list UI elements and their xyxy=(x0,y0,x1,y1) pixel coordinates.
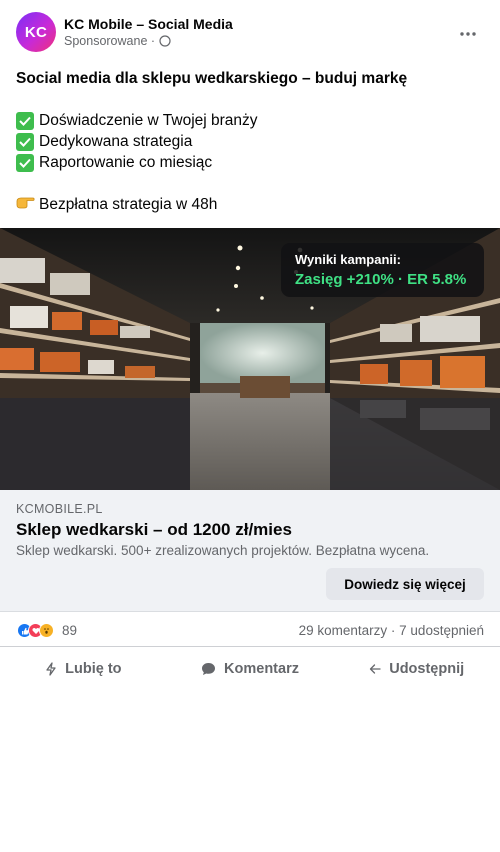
sponsored-post: KC KC Mobile – Social Media Sponsorowane… xyxy=(0,0,500,852)
bullet-text: Dedykowana strategia xyxy=(39,133,193,150)
check-icon xyxy=(16,132,34,151)
cta-line: Bezpłatna strategia w 48h xyxy=(16,194,486,215)
post-header: KC KC Mobile – Social Media Sponsorowane… xyxy=(0,0,500,62)
post-meta: Sponsorowane · xyxy=(64,34,171,48)
reaction-icons[interactable] xyxy=(17,623,54,638)
bullet-text: Doświadczenie w Twojej branży xyxy=(39,112,258,129)
share-label: Udostępnij xyxy=(389,661,465,677)
sponsored-label[interactable]: Sponsorowane · xyxy=(64,34,155,48)
link-title[interactable]: Sklep wedkarski – od 1200 zł/mies xyxy=(16,520,292,540)
bullet-item: Dedykowana strategia xyxy=(16,131,486,152)
like-label: Lubię to xyxy=(65,661,122,677)
cta-text: Bezpłatna strategia w 48h xyxy=(39,196,218,213)
post-text: Social media dla sklepu wedkarskiego – b… xyxy=(16,68,486,215)
comment-label: Komentarz xyxy=(224,661,299,677)
reactions-bar: 89 29 komentarzy · 7 udostępnień xyxy=(0,613,500,647)
globe-icon xyxy=(159,35,171,47)
lightning-icon xyxy=(46,662,56,676)
pointing-hand-icon xyxy=(16,195,35,214)
bullet-text: Raportowanie co miesiąc xyxy=(39,154,213,171)
ad-image[interactable]: Wyniki kampanii: Zasięg +210% · ER 5.8% xyxy=(0,228,500,490)
badge-label: Wyniki kampanii: xyxy=(295,252,401,267)
more-options-icon[interactable] xyxy=(456,22,480,46)
wow-icon xyxy=(39,623,54,638)
link-preview[interactable]: KCMOBILE.PL Sklep wedkarski – od 1200 zł… xyxy=(0,490,500,612)
avatar[interactable]: KC xyxy=(16,12,56,52)
like-button[interactable]: Lubię to xyxy=(0,648,167,690)
bullet-item: Raportowanie co miesiąc xyxy=(16,152,486,173)
campaign-results-badge: Wyniki kampanii: Zasięg +210% · ER 5.8% xyxy=(281,243,484,297)
comment-button[interactable]: Komentarz xyxy=(167,648,334,690)
link-description: Sklep wedkarski. 500+ zrealizowanych pro… xyxy=(16,543,430,558)
comments-shares-count[interactable]: 29 komentarzy · 7 udostępnień xyxy=(299,623,484,638)
bullet-item: Doświadczenie w Twojej branży xyxy=(16,110,486,131)
post-actions: Lubię to Komentarz Udostępnij xyxy=(0,648,500,690)
badge-value: Zasięg +210% · ER 5.8% xyxy=(295,271,467,288)
check-icon xyxy=(16,111,34,130)
comment-icon xyxy=(202,663,216,675)
post-headline: Social media dla sklepu wedkarskiego – b… xyxy=(16,70,408,87)
link-domain: KCMOBILE.PL xyxy=(16,502,103,516)
check-icon xyxy=(16,153,34,172)
page-name[interactable]: KC Mobile – Social Media xyxy=(64,16,233,32)
share-button[interactable]: Udostępnij xyxy=(333,648,500,690)
reaction-count[interactable]: 89 xyxy=(62,623,77,638)
learn-more-button[interactable]: Dowiedz się więcej xyxy=(326,568,484,600)
share-arrow-icon xyxy=(370,664,381,674)
